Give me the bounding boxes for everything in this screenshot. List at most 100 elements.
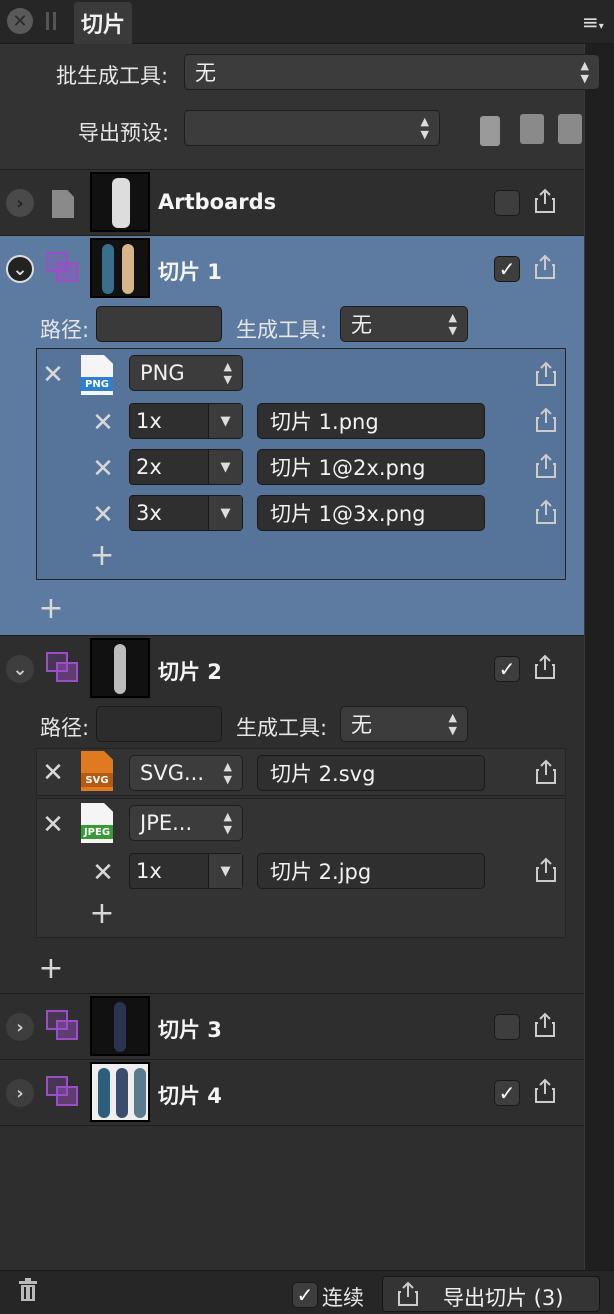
add-format-icon[interactable]: +: [38, 594, 64, 624]
trash-icon[interactable]: [18, 1278, 38, 1302]
format-select[interactable]: JPE... ▲ ▼: [129, 805, 243, 841]
panel-header: ✕ 切片 ≡▾: [0, 0, 614, 44]
thumb-board: [102, 244, 114, 294]
scale-value: 2x: [136, 455, 162, 479]
remove-size-icon[interactable]: ✕: [91, 502, 115, 528]
format-group-svg: ✕ SVG SVG... ▲ ▼ 切片 2.svg: [36, 748, 566, 796]
chevron-right-icon[interactable]: ›: [6, 1013, 34, 1041]
filename-input[interactable]: 切片 2.jpg: [257, 853, 485, 889]
add-size-icon[interactable]: +: [89, 899, 115, 929]
add-preset-icon[interactable]: [558, 114, 582, 144]
format-select[interactable]: SVG... ▲ ▼: [129, 755, 243, 791]
macro-select[interactable]: 无 ▲ ▼: [184, 54, 600, 90]
filename-input[interactable]: 切片 1@3x.png: [257, 495, 485, 531]
slice-icon: [46, 252, 80, 284]
macro-label: 生成工具:: [236, 318, 328, 342]
remove-format-icon[interactable]: ✕: [41, 760, 65, 786]
close-icon[interactable]: ✕: [7, 8, 33, 34]
format-select-value: SVG...: [140, 761, 204, 785]
slice-row-4[interactable]: › 切片 4 ✓: [0, 1060, 584, 1126]
export-share-icon[interactable]: [535, 453, 557, 479]
format-group-jpeg: ✕ JPEG JPE... ▲ ▼ ✕ 1x ▼ 切片 2.jpg +: [36, 798, 566, 938]
continuous-label: 连续: [322, 1286, 364, 1310]
export-share-icon: [397, 1281, 419, 1307]
path-input[interactable]: [96, 706, 222, 742]
drag-grip-icon-2[interactable]: [53, 12, 56, 30]
chevron-right-icon[interactable]: ›: [6, 189, 34, 217]
remove-size-icon[interactable]: ✕: [91, 456, 115, 482]
dropdown-arrow-icon[interactable]: ▼: [208, 854, 242, 888]
export-share-icon[interactable]: [535, 759, 557, 785]
macro-label: 生成工具:: [236, 716, 328, 740]
path-label: 路径:: [40, 318, 90, 342]
filename-input[interactable]: 切片 1.png: [257, 403, 485, 439]
hamburger-menu-icon[interactable]: ≡▾: [582, 12, 608, 32]
scale-combo[interactable]: 3x ▼: [129, 495, 243, 531]
row-title: 切片 3: [158, 1018, 222, 1042]
chevron-down-icon[interactable]: ⌄: [6, 655, 34, 683]
macro-select[interactable]: 无 ▲ ▼: [340, 706, 468, 742]
macro-select-value: 无: [351, 313, 372, 337]
export-share-icon[interactable]: [535, 857, 557, 883]
updown-arrows-icon: ▲ ▼: [420, 115, 429, 141]
dropdown-arrow-icon[interactable]: ▼: [208, 496, 242, 530]
export-share-icon[interactable]: [534, 1078, 556, 1104]
export-checkbox[interactable]: ✓: [494, 656, 520, 682]
export-checkbox[interactable]: [494, 1014, 520, 1040]
export-share-icon[interactable]: [535, 361, 557, 387]
export-slices-button[interactable]: 导出切片 (3): [382, 1276, 600, 1312]
remove-format-icon[interactable]: ✕: [41, 362, 65, 388]
png-file-icon: PNG: [81, 355, 113, 395]
slice-row-3[interactable]: › 切片 3: [0, 994, 584, 1060]
format-select[interactable]: PNG ▲ ▼: [129, 355, 243, 391]
slice-thumbnail: [90, 1062, 150, 1122]
scrollbar[interactable]: [584, 0, 614, 1314]
export-share-icon[interactable]: [534, 1012, 556, 1038]
export-share-icon[interactable]: [535, 407, 557, 433]
add-size-icon[interactable]: +: [89, 541, 115, 571]
scale-value: 3x: [136, 501, 162, 525]
path-input[interactable]: [96, 306, 222, 342]
slice-icon: [46, 652, 80, 684]
jpeg-file-icon: JPEG: [81, 803, 113, 843]
filename-input[interactable]: 切片 2.svg: [257, 755, 485, 791]
scale-combo[interactable]: 1x ▼: [129, 403, 243, 439]
updown-arrows-icon: ▲ ▼: [223, 810, 232, 836]
scale-combo[interactable]: 1x ▼: [129, 853, 243, 889]
export-share-icon[interactable]: [535, 499, 557, 525]
add-format-icon[interactable]: +: [38, 954, 64, 984]
export-checkbox[interactable]: ✓: [494, 256, 520, 282]
export-checkbox[interactable]: [494, 190, 520, 216]
export-share-icon[interactable]: [534, 654, 556, 680]
chevron-right-icon[interactable]: ›: [6, 1079, 34, 1107]
format-select-value: PNG: [140, 361, 185, 385]
slice-row-artboards[interactable]: › Artboards: [0, 170, 584, 236]
slice-row-1[interactable]: ⌄ 切片 1 ✓ 路径: 生成工具: 无 ▲ ▼ ✕ PNG PNG ▲ ▼ ✕ 1…: [0, 236, 584, 636]
remove-size-icon[interactable]: ✕: [91, 410, 115, 436]
dropdown-arrow-icon[interactable]: ▼: [208, 404, 242, 438]
filename-input[interactable]: 切片 1@2x.png: [257, 449, 485, 485]
slice-icon: [46, 1076, 80, 1108]
drag-grip-icon[interactable]: [46, 12, 49, 30]
tab-slices[interactable]: 切片: [74, 2, 132, 44]
preset-select[interactable]: ▲ ▼: [184, 110, 440, 146]
continuous-checkbox[interactable]: ✓: [292, 1282, 318, 1308]
export-share-icon[interactable]: [534, 254, 556, 280]
slice-thumbnail: [90, 238, 150, 298]
slice-row-2[interactable]: ⌄ 切片 2 ✓ 路径: 生成工具: 无 ▲ ▼ ✕ SVG SVG... ▲ ▼ …: [0, 636, 584, 994]
macro-select[interactable]: 无 ▲ ▼: [340, 306, 468, 342]
remove-format-icon[interactable]: ✕: [41, 812, 65, 838]
export-checkbox[interactable]: ✓: [494, 1080, 520, 1106]
dropdown-arrow-icon[interactable]: ▼: [208, 450, 242, 484]
chevron-down-icon[interactable]: ⌄: [6, 255, 34, 283]
export-share-icon[interactable]: [534, 188, 556, 214]
remove-size-icon[interactable]: ✕: [91, 860, 115, 886]
row-title: Artboards: [158, 190, 277, 214]
export-settings: 批生成工具: 无 ▲ ▼ 导出预设: ▲ ▼: [0, 44, 600, 170]
artboards-thumbnail: [90, 172, 150, 232]
slice-icon: [46, 1010, 80, 1042]
format-select-value: JPE...: [140, 811, 193, 835]
copy-icon[interactable]: [480, 116, 500, 146]
paste-icon[interactable]: [520, 114, 544, 144]
scale-combo[interactable]: 2x ▼: [129, 449, 243, 485]
